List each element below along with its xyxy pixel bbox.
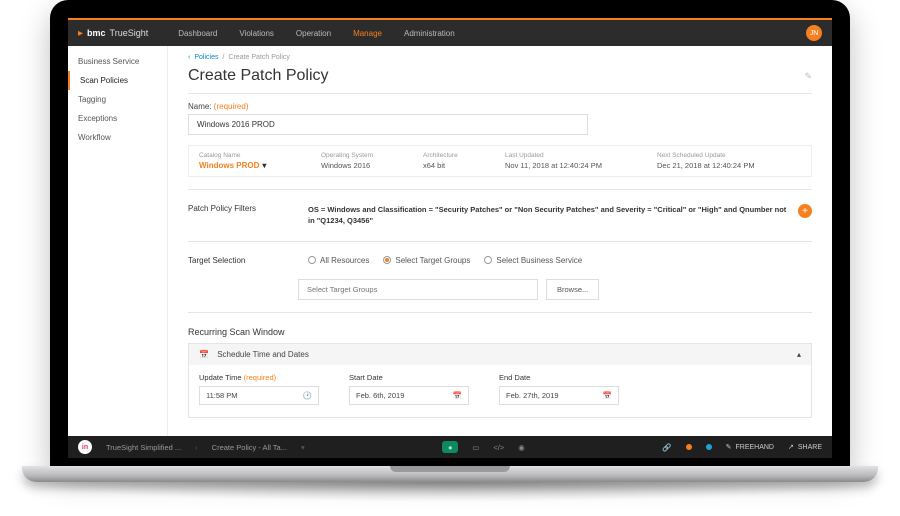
catalog-next-value: Dec 21, 2018 at 12:40:24 PM bbox=[657, 161, 807, 170]
top-nav: Dashboard Violations Operation Manage Ad… bbox=[178, 29, 454, 38]
breadcrumb-current: Create Patch Policy bbox=[228, 54, 289, 61]
breadcrumb: ‹ Policies / Create Patch Policy bbox=[188, 54, 812, 61]
schedule-header[interactable]: 📅 Schedule Time and Dates ▴ bbox=[189, 344, 811, 365]
catalog-name-header: Catalog Name bbox=[199, 152, 319, 159]
catalog-os-value: Windows 2016 bbox=[321, 161, 421, 170]
collapse-icon: ▴ bbox=[797, 350, 801, 359]
update-time-input[interactable]: 11:58 PM 🕑 bbox=[199, 386, 319, 405]
breadcrumb-back-icon[interactable]: ‹ bbox=[188, 54, 190, 61]
invision-icon[interactable]: in bbox=[78, 440, 92, 454]
end-date-label: End Date bbox=[499, 373, 619, 382]
catalog-name-dropdown[interactable]: Windows PROD ▾ bbox=[199, 161, 319, 170]
radio-select-business-service[interactable]: Select Business Service bbox=[484, 256, 582, 265]
filters-label: Patch Policy Filters bbox=[188, 204, 298, 213]
play-mode-icon[interactable]: ● bbox=[442, 441, 458, 453]
chevron-down-icon: ▾ bbox=[262, 161, 266, 170]
schedule-box: 📅 Schedule Time and Dates ▴ Update Time … bbox=[188, 343, 812, 418]
nav-administration[interactable]: Administration bbox=[404, 29, 455, 38]
radio-all-resources[interactable]: All Resources bbox=[308, 256, 369, 265]
sidebar-item-scan-policies[interactable]: Scan Policies bbox=[68, 71, 167, 90]
nav-violations[interactable]: Violations bbox=[239, 29, 274, 38]
comment-dot-icon[interactable] bbox=[706, 444, 712, 450]
radio-select-target-groups[interactable]: Select Target Groups bbox=[383, 256, 470, 265]
end-date-input[interactable]: Feb. 27th, 2019 📅 bbox=[499, 386, 619, 405]
annotation-dot-icon[interactable] bbox=[686, 444, 692, 450]
start-date-input[interactable]: Feb. 6th, 2019 📅 bbox=[349, 386, 469, 405]
sidebar-item-exceptions[interactable]: Exceptions bbox=[68, 109, 167, 128]
filters-text: OS = Windows and Classification = "Secur… bbox=[308, 204, 788, 227]
sidebar-item-tagging[interactable]: Tagging bbox=[68, 90, 167, 109]
sidebar-item-workflow[interactable]: Workflow bbox=[68, 128, 167, 147]
target-groups-input[interactable] bbox=[298, 279, 538, 300]
sidebar-item-business-service[interactable]: Business Service bbox=[68, 52, 167, 71]
brand-primary: bmc bbox=[87, 28, 106, 38]
nav-operation[interactable]: Operation bbox=[296, 29, 331, 38]
nav-manage[interactable]: Manage bbox=[353, 29, 382, 38]
toolbar-page[interactable]: Create Policy - All Ta... bbox=[212, 443, 287, 452]
share-button[interactable]: ↗SHARE bbox=[788, 443, 822, 451]
main-content: ‹ Policies / Create Patch Policy Create … bbox=[168, 46, 832, 436]
catalog-os-header: Operating System bbox=[321, 152, 421, 159]
code-icon[interactable]: </> bbox=[493, 443, 504, 452]
freehand-button[interactable]: ✎FREEHAND bbox=[726, 443, 774, 451]
recurring-title: Recurring Scan Window bbox=[188, 327, 812, 337]
catalog-arch-header: Architecture bbox=[423, 152, 503, 159]
brand-secondary: TrueSight bbox=[110, 28, 149, 38]
edit-icon[interactable]: ✎ bbox=[804, 71, 812, 82]
browse-button[interactable]: Browse... bbox=[546, 279, 599, 300]
inspect-icon[interactable]: ▭ bbox=[472, 443, 479, 452]
name-input[interactable] bbox=[188, 114, 588, 135]
start-date-label: Start Date bbox=[349, 373, 469, 382]
calendar-icon: 📅 bbox=[453, 391, 462, 400]
brand: ▸ bmc TrueSight bbox=[78, 28, 148, 39]
comment-mode-icon[interactable]: ◉ bbox=[518, 443, 525, 452]
catalog-summary: Catalog Name Windows PROD ▾ Operating Sy… bbox=[188, 145, 812, 177]
catalog-last-value: Nov 11, 2018 at 12:40:24 PM bbox=[505, 161, 655, 170]
calendar-icon: 📅 bbox=[603, 391, 612, 400]
catalog-next-header: Next Scheduled Update bbox=[657, 152, 807, 159]
add-filter-button[interactable]: + bbox=[798, 204, 812, 218]
calendar-icon: 📅 bbox=[199, 350, 209, 359]
breadcrumb-link[interactable]: Policies bbox=[194, 54, 218, 61]
brand-icon: ▸ bbox=[78, 28, 83, 39]
catalog-last-header: Last Updated bbox=[505, 152, 655, 159]
toolbar-project[interactable]: TrueSight Simplified ... bbox=[106, 443, 181, 452]
target-label: Target Selection bbox=[188, 256, 298, 265]
prototype-toolbar: in TrueSight Simplified ... › Create Pol… bbox=[68, 436, 832, 458]
sidebar: Business Service Scan Policies Tagging E… bbox=[68, 46, 168, 436]
nav-dashboard[interactable]: Dashboard bbox=[178, 29, 217, 38]
name-label: Name: (required) bbox=[188, 102, 812, 111]
app-header: ▸ bmc TrueSight Dashboard Violations Ope… bbox=[68, 18, 832, 46]
avatar[interactable]: JN bbox=[806, 25, 822, 41]
share-link-icon[interactable]: 🔗 bbox=[662, 443, 671, 452]
page-title: Create Patch Policy bbox=[188, 67, 329, 85]
clock-icon: 🕑 bbox=[303, 391, 312, 400]
update-time-label: Update Time (required) bbox=[199, 373, 319, 382]
catalog-arch-value: x64 bit bbox=[423, 161, 503, 170]
